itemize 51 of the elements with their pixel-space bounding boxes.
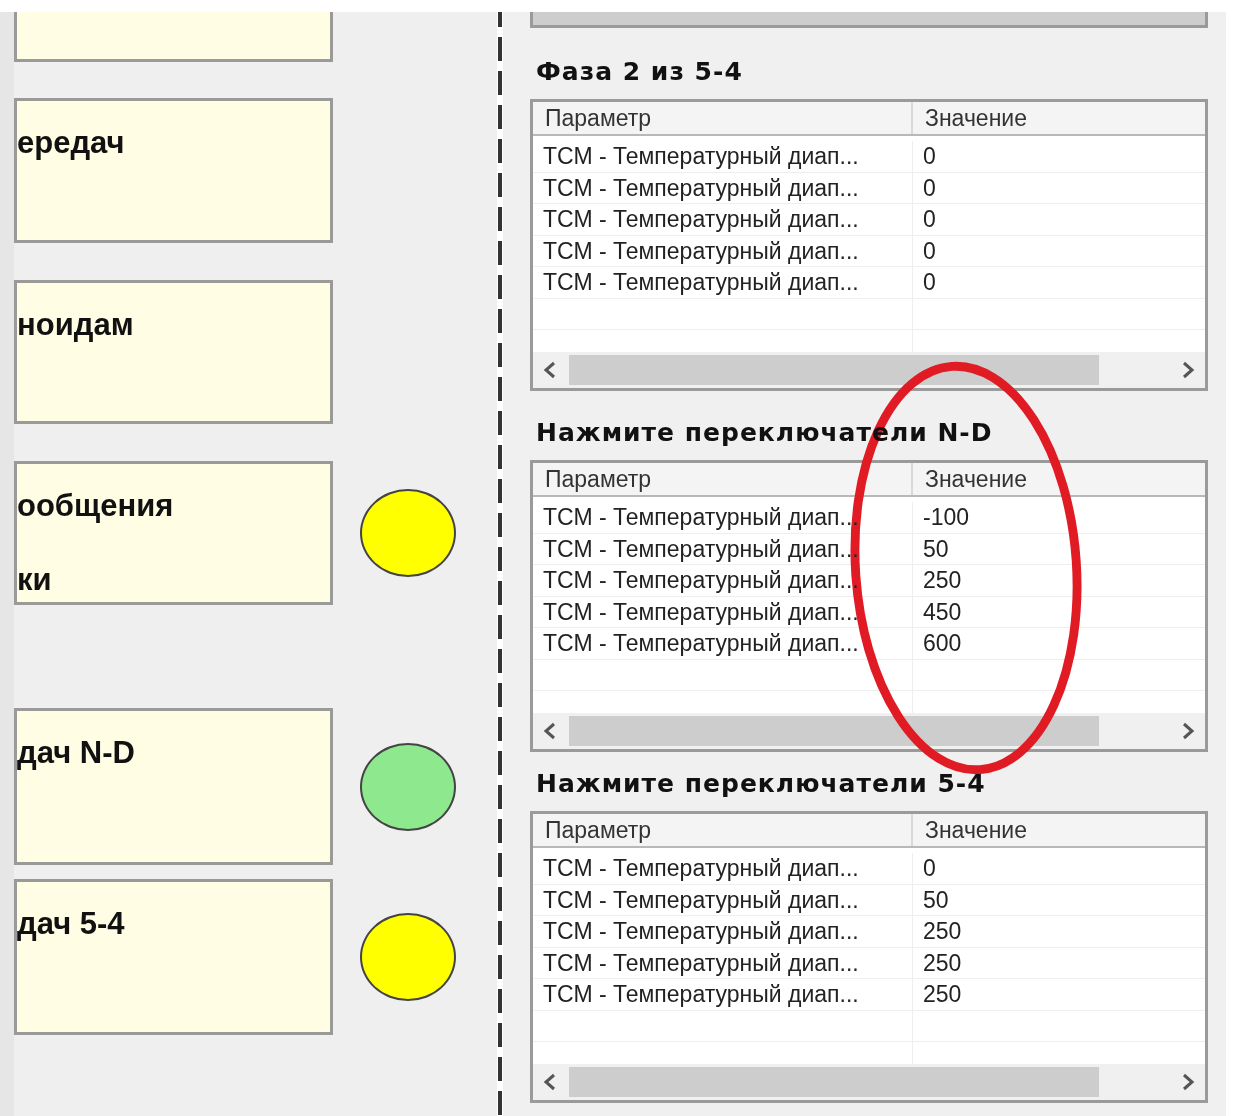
table-cell-text: 250 [922,917,962,946]
table-cell-text: 50 [922,534,949,564]
table-cell: ТСМ - Температурный диап... [533,235,913,266]
scrollbar-thumb[interactable] [569,716,1099,746]
table-cell-text: 250 [922,980,962,1009]
scroll-right-icon[interactable] [1181,721,1195,741]
scroll-left-icon[interactable] [543,360,557,380]
column-header[interactable]: Значение [913,463,1027,495]
table-cell-text: 0 [922,268,936,297]
table-cell: ТСМ - Температурный диап... [533,204,913,235]
scroll-right-icon[interactable] [1181,360,1195,380]
column-header[interactable]: Параметр [533,814,913,846]
column-header[interactable]: Параметр [533,102,913,134]
column-header[interactable]: Значение [913,102,1027,134]
scroll-left-icon[interactable] [543,1072,557,1092]
column-header[interactable]: Параметр [533,463,913,495]
section-heading: Нажмите переключатели 5-4 [535,768,987,800]
table-cell-text: 0 [922,173,936,203]
card-label: дач N-D [17,734,136,772]
scrollbar-thumb[interactable] [569,355,1099,385]
scroll-left-icon[interactable] [543,721,557,741]
table-cell-text: 0 [922,854,936,883]
table-cell-text: 450 [922,597,962,627]
table-cell: ТСМ - Температурный диап... [533,979,913,1010]
card-label: ередач [17,124,126,162]
table-cell: ТСМ - Температурный диап... [533,947,913,978]
table-cell-text: 0 [922,142,936,171]
table-cell: ТСМ - Температурный диап... [533,596,913,627]
table-cell-text: 250 [922,948,962,978]
table-cell: ТСМ - Температурный диап... [533,628,913,659]
scroll-right-icon[interactable] [1181,1072,1195,1092]
table-cell-text: -100 [922,503,970,532]
table-cell-text: 0 [922,205,936,234]
table-cell-text: 250 [922,566,962,595]
table-cell-text: 600 [922,629,962,658]
column-header[interactable]: Значение [913,814,1027,846]
table-cell: ТСМ - Температурный диап... [533,884,913,915]
section-heading: Фаза 2 из 5-4 [535,56,744,88]
scrollbar-thumb[interactable] [569,1067,1099,1097]
card-label: дач 5-4 [17,905,126,943]
table-cell: ТСМ - Температурный диап... [533,172,913,203]
table-cell-text: 0 [922,236,936,266]
table-cell: ТСМ - Температурный диап... [533,267,913,298]
card-label: ки [17,561,53,599]
table-cell-text: 50 [922,885,949,915]
card-label: ообщения [17,487,175,525]
card-label: ноидам [17,306,135,344]
scrollbar[interactable] [530,12,1208,28]
table-cell: ТСМ - Температурный диап... [533,853,913,884]
table-cell: ТСМ - Температурный диап... [533,141,913,172]
table-cell: ТСМ - Температурный диап... [533,916,913,947]
